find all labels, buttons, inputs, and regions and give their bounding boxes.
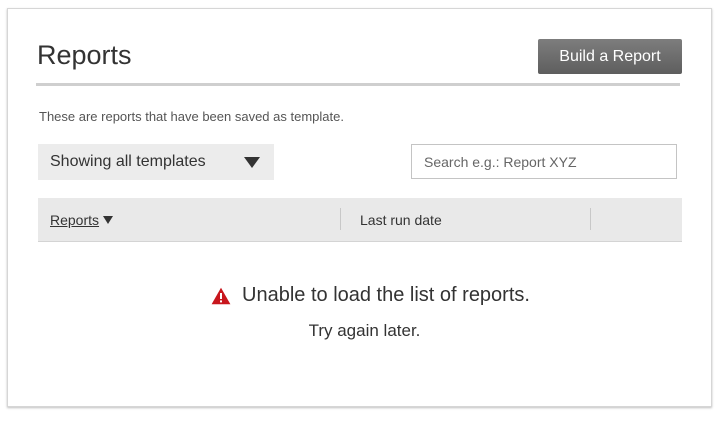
template-filter-dropdown[interactable]: Showing all templates [38,144,274,180]
column-divider [590,208,591,230]
build-report-button[interactable]: Build a Report [538,39,682,74]
sort-descending-icon [103,216,114,224]
warning-icon [211,287,231,304]
triangle-down-icon [244,157,260,168]
error-notice: Unable to load the list of reports. [8,284,713,307]
error-message: Unable to load the list of reports. [242,284,530,306]
header-divider [36,83,680,86]
search-input[interactable] [411,144,677,179]
table-header: Reports Last run date [38,198,682,242]
column-header-last-run-date: Last run date [360,212,442,228]
column-header-reports-label: Reports [50,212,100,228]
column-divider [340,208,341,230]
template-filter-label: Showing all templates [50,153,206,170]
column-header-reports[interactable]: Reports [50,212,114,228]
retry-message: Try again later. [308,321,421,340]
page-description: These are reports that have been saved a… [39,109,344,124]
reports-panel: Reports Build a Report These are reports… [7,8,712,407]
page-title: Reports [37,40,132,70]
